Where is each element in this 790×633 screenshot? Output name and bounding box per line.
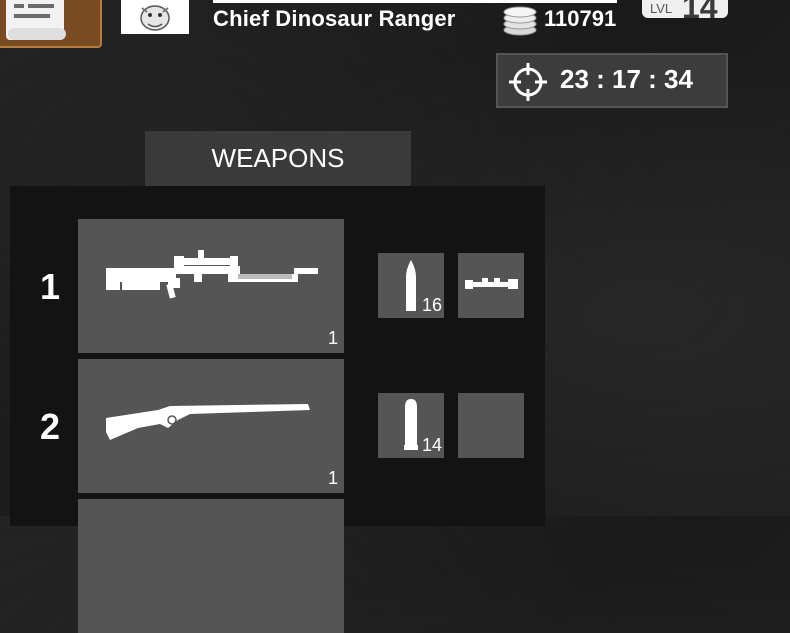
menu-button[interactable] (0, 0, 102, 48)
weapon-card-2[interactable]: 1 (78, 359, 344, 493)
level-value: 14 (682, 0, 718, 25)
ammo-count: 16 (421, 295, 442, 315)
coins-icon (503, 6, 537, 36)
slot-number-1: 1 (40, 266, 61, 307)
weapon-count: 1 (327, 328, 338, 348)
player-name: Chief Dinosaur Ranger (213, 6, 456, 31)
level-label: LVL (650, 1, 673, 16)
weapons-panel: 1 1 16 2 1 14 (10, 186, 545, 633)
sniper-rifle-icon (106, 250, 318, 299)
timer-value: 23 : 17 : 34 (560, 64, 693, 94)
ammo-slot-1[interactable]: 16 (378, 253, 444, 318)
scroll-icon (6, 0, 66, 40)
dinosaur-avatar-icon (140, 5, 170, 31)
ammo-count: 14 (421, 435, 442, 455)
slot-number-2: 2 (40, 406, 61, 447)
attachment-slot-1[interactable] (458, 253, 524, 318)
crosshair-icon (509, 63, 547, 101)
weapon-count: 1 (327, 468, 338, 488)
player-name-underline (213, 0, 617, 3)
weapon-card-1[interactable]: 1 (78, 219, 344, 353)
attachment-slot-2[interactable] (458, 393, 524, 458)
tab-weapons[interactable]: WEAPONS (145, 131, 411, 186)
shotgun-icon (106, 404, 310, 440)
player-avatar[interactable] (121, 0, 189, 34)
weapon-card-3[interactable] (78, 499, 344, 633)
ammo-slot-2[interactable]: 14 (378, 393, 444, 458)
scope-icon (465, 278, 518, 289)
coins-value: 110791 (544, 6, 617, 31)
hunt-timer: 23 : 17 : 34 (496, 53, 728, 108)
level-badge: LVL 14 (642, 0, 728, 25)
